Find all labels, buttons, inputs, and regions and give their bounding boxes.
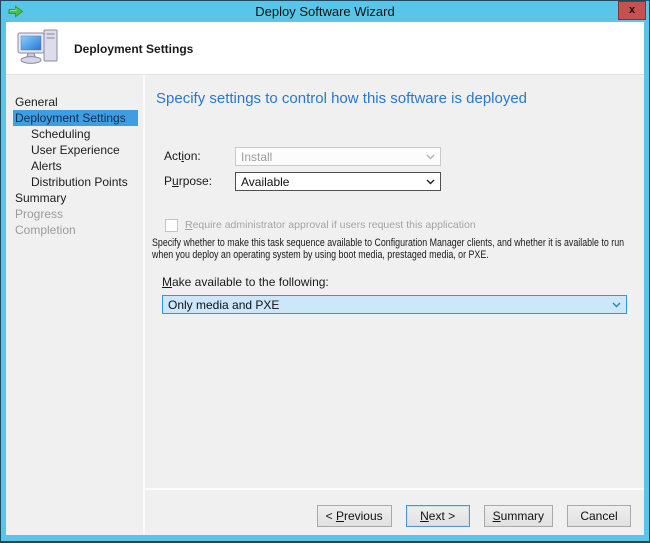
purpose-label: Purpose: [164,174,212,188]
deploy-software-wizard-window: Deploy Software Wizard x [0,0,650,543]
approval-checkbox-label: Require administrator approval if users … [185,219,476,231]
chevron-down-icon [426,154,435,160]
action-dropdown: Install [235,147,441,166]
nav-item-summary[interactable]: Summary [13,190,138,206]
wizard-body: General Deployment Settings Scheduling U… [6,75,644,535]
content-heading: Specify settings to control how this sof… [156,90,527,107]
make-available-dropdown[interactable]: Only media and PXE [162,295,627,314]
action-dropdown-value: Install [241,150,272,164]
page-title: Deployment Settings [74,42,193,56]
chevron-down-icon [612,302,621,308]
nav-item-scheduling[interactable]: Scheduling [13,126,138,142]
nav-item-alerts[interactable]: Alerts [13,158,138,174]
title-bar[interactable]: Deploy Software Wizard x [1,1,649,22]
task-sequence-description: Specify whether to make this task sequen… [152,237,635,261]
wizard-nav: General Deployment Settings Scheduling U… [6,75,145,535]
footer-buttons: < Previous Next > Summary Cancel [145,505,644,527]
footer-divider [145,488,644,490]
action-label: Action: [164,149,201,163]
make-available-label: Make available to the following: [162,275,329,289]
wizard-content: Specify settings to control how this sof… [145,75,644,535]
chevron-down-icon [426,179,435,185]
nav-item-completion: Completion [13,222,138,238]
make-available-dropdown-value: Only media and PXE [168,298,279,312]
window-title: Deploy Software Wizard [1,4,649,19]
cancel-button[interactable]: Cancel [567,505,631,527]
previous-button[interactable]: < Previous [317,505,392,527]
close-button[interactable]: x [618,1,646,20]
nav-item-user-experience[interactable]: User Experience [13,142,138,158]
nav-item-progress: Progress [13,206,138,222]
nav-item-deployment-settings[interactable]: Deployment Settings [13,110,138,126]
computer-icon [16,26,62,75]
next-button[interactable]: Next > [406,505,470,527]
purpose-dropdown[interactable]: Available [235,172,441,191]
wizard-header: Deployment Settings [6,22,644,75]
purpose-dropdown-value: Available [241,175,289,189]
close-icon: x [629,5,635,16]
nav-item-distribution-points[interactable]: Distribution Points [13,174,138,190]
wizard-client-area: Deployment Settings General Deployment S… [6,22,644,535]
approval-checkbox [165,219,178,232]
summary-button[interactable]: Summary [484,505,553,527]
nav-item-general[interactable]: General [13,94,138,110]
